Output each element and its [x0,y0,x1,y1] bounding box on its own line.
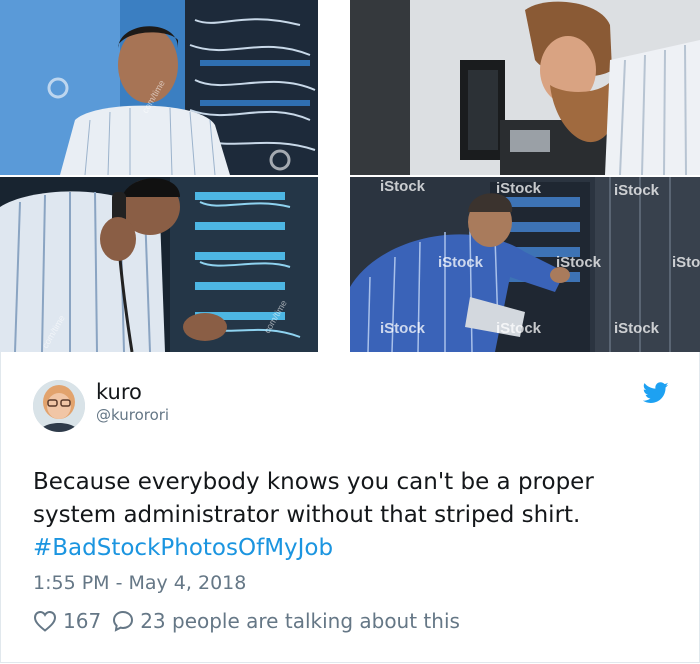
tweet-body: Because everybody knows you can't be a p… [33,469,594,528]
avatar-image [33,380,85,432]
watermark-istock: iStock [496,320,542,337]
tweet-text: Because everybody knows you can't be a p… [33,466,673,565]
watermark-istock: iStock [672,254,700,271]
watermark-istock: iStock [556,254,602,271]
tweet-card: kuro @kurorori Because everybody knows y… [0,352,700,663]
watermark-istock: iStock [614,320,660,337]
stock-photo-2-image [350,0,700,175]
comment-bubble-icon [113,610,134,632]
author-name[interactable]: kuro [96,380,142,404]
stock-photo-2[interactable] [350,0,700,175]
watermark-istock: iStock [496,180,542,197]
watermark-istock: iStock [380,178,426,195]
heart-icon [33,610,57,632]
avatar[interactable] [33,380,85,432]
tweet-actions: 167 23 people are talking about this [33,609,460,633]
watermark-istock: iStock [380,320,426,337]
watermark-istock: iStock [614,182,660,199]
conversation-link[interactable]: 23 people are talking about this [111,609,460,633]
author-handle[interactable]: @kurorori [96,406,169,424]
talking-text: 23 people are talking about this [140,609,460,633]
hashtag-link[interactable]: #BadStockPhotosOfMyJob [33,532,673,565]
photo-collage: iStock iStock iStock iStock iStock iStoc… [0,0,700,352]
like-button[interactable]: 167 [33,609,101,633]
watermark-istock: iStock [438,254,484,271]
tweet-timestamp[interactable]: 1:55 PM - May 4, 2018 [33,572,246,594]
like-count: 167 [63,609,102,633]
twitter-bird-icon[interactable] [643,382,669,404]
